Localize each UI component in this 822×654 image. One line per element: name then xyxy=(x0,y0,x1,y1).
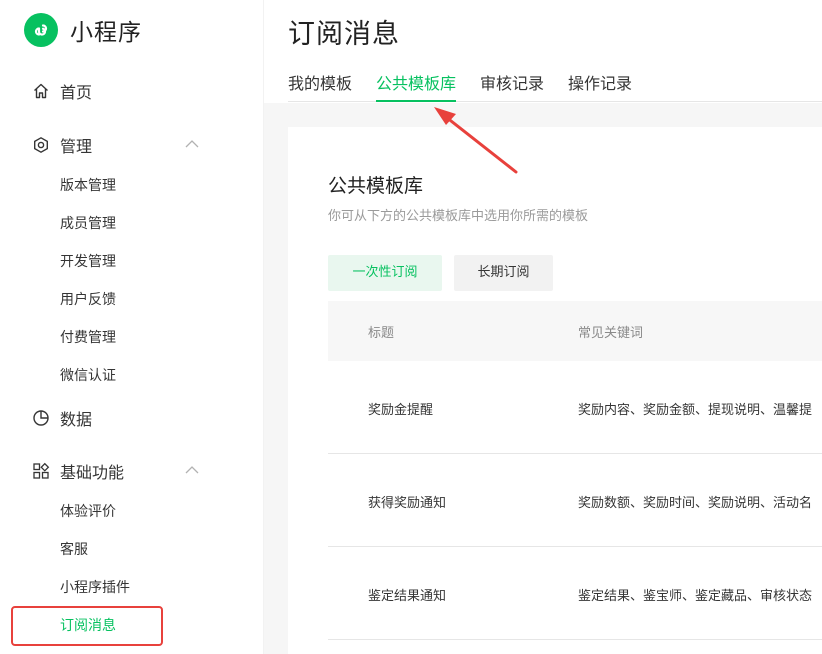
sidebar-item-feedback[interactable]: 用户反馈 xyxy=(60,290,116,310)
miniprogram-logo-icon xyxy=(24,13,58,47)
row-keywords: 鉴定结果、鉴宝师、鉴定藏品、审核状态 xyxy=(578,589,813,604)
sidebar-item-label: 数据 xyxy=(60,410,93,429)
column-header-keywords: 常见关键词 xyxy=(578,326,644,341)
tab-bar: 我的模板 公共模板库 审核记录 操作记录 xyxy=(288,72,822,102)
sidebar-item-label: 基础功能 xyxy=(60,463,125,482)
highlight-box xyxy=(11,606,163,646)
sidebar-item-members[interactable]: 成员管理 xyxy=(60,214,116,234)
sidebar-item-label: 管理 xyxy=(60,137,93,156)
sidebar-item-manage[interactable]: 管理 xyxy=(32,133,232,157)
section-description: 你可从下方的公共模板库中选用你所需的模板 xyxy=(328,209,589,224)
tab-public-template-library[interactable]: 公共模板库 xyxy=(376,72,457,102)
table-row[interactable]: 鉴定结果通知 鉴定结果、鉴宝师、鉴定藏品、审核状态 xyxy=(328,547,822,640)
sidebar-item-version[interactable]: 版本管理 xyxy=(60,176,116,196)
settings-hexagon-icon xyxy=(32,136,50,154)
page-title: 订阅消息 xyxy=(288,19,400,50)
long-term-subscription-button[interactable]: 长期订阅 xyxy=(454,255,553,291)
chevron-up-icon[interactable] xyxy=(184,462,200,478)
row-title: 鉴定结果通知 xyxy=(368,589,447,604)
row-keywords: 奖励数额、奖励时间、奖励说明、活动名 xyxy=(578,496,813,511)
chevron-up-icon[interactable] xyxy=(184,136,200,152)
app-title: 小程序 xyxy=(70,20,142,46)
sidebar-item-label: 首页 xyxy=(60,83,93,102)
tab-my-templates[interactable]: 我的模板 xyxy=(288,72,352,101)
one-time-subscription-button[interactable]: 一次性订阅 xyxy=(328,255,442,291)
column-header-title: 标题 xyxy=(368,326,395,341)
grid-apps-icon xyxy=(32,462,50,480)
sidebar-item-basic-functions[interactable]: 基础功能 xyxy=(32,459,232,483)
sidebar-item-verification[interactable]: 微信认证 xyxy=(60,366,116,386)
sidebar-item-home[interactable]: 首页 xyxy=(32,79,92,103)
table-header: 标题 常见关键词 xyxy=(328,301,822,361)
table-row[interactable]: 奖励金提醒 奖励内容、奖励金额、提现说明、温馨提 xyxy=(328,361,822,454)
row-title: 奖励金提醒 xyxy=(368,403,434,418)
row-title: 获得奖励通知 xyxy=(368,496,447,511)
home-icon xyxy=(32,82,50,100)
sidebar-item-customer-service[interactable]: 客服 xyxy=(60,540,88,560)
sidebar-item-development[interactable]: 开发管理 xyxy=(60,252,116,272)
sidebar-item-plugins[interactable]: 小程序插件 xyxy=(60,578,130,598)
section-title: 公共模板库 xyxy=(328,175,424,197)
pie-chart-icon xyxy=(32,409,50,427)
table-row[interactable]: 获得奖励通知 奖励数额、奖励时间、奖励说明、活动名 xyxy=(328,454,822,547)
sidebar-item-experience-review[interactable]: 体验评价 xyxy=(60,502,116,522)
app-logo[interactable]: 小程序 xyxy=(24,13,142,47)
tab-review-records[interactable]: 审核记录 xyxy=(480,72,544,101)
sidebar-item-payment[interactable]: 付费管理 xyxy=(60,328,116,348)
sidebar-item-data[interactable]: 数据 xyxy=(32,406,92,430)
tab-operation-records[interactable]: 操作记录 xyxy=(568,72,632,101)
row-keywords: 奖励内容、奖励金额、提现说明、温馨提 xyxy=(578,403,813,418)
sidebar: 小程序 首页 管理 版本管理 成员管理 开发管理 用户反馈 付费管理 微信认证 xyxy=(0,0,263,654)
